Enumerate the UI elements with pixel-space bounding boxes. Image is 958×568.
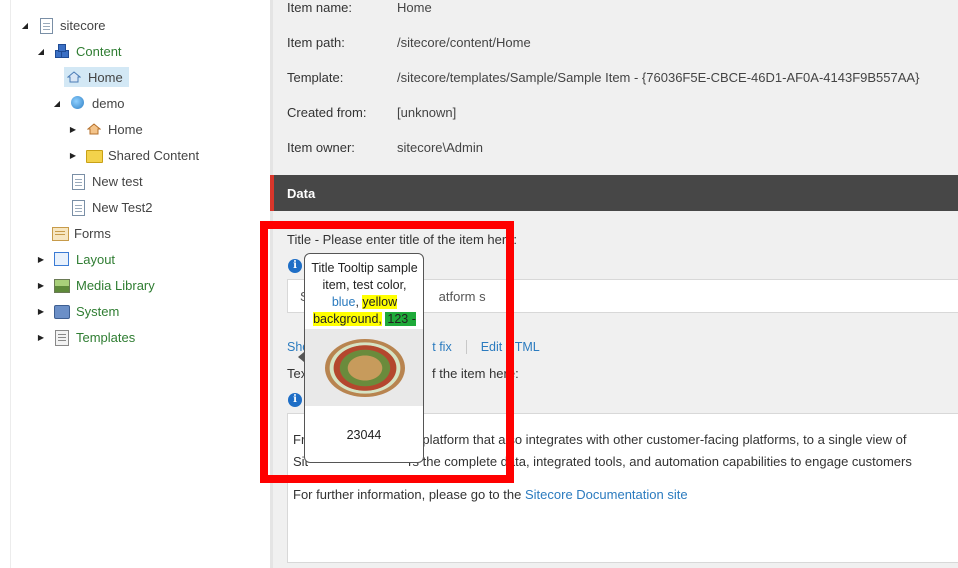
templates-icon bbox=[54, 329, 70, 346]
collapse-arrow-icon[interactable]: ▶ bbox=[36, 281, 46, 290]
item-owner-row: Item owner: sitecore\Admin bbox=[287, 137, 483, 157]
item-path-label: Item path: bbox=[287, 34, 345, 50]
tree-item-forms[interactable]: Forms bbox=[52, 222, 111, 244]
text-field-label-end: f the item here: bbox=[432, 366, 519, 381]
tree-item-sitecore[interactable]: ◢ sitecore bbox=[20, 14, 106, 36]
tree-item-label: Home bbox=[88, 69, 123, 85]
layout-icon bbox=[54, 251, 70, 267]
created-from-label: Created from: bbox=[287, 104, 367, 120]
section-accent-bar bbox=[270, 175, 274, 211]
rte-line-3: For further information, please go to th… bbox=[293, 487, 688, 502]
rte-line-2-end: rs the complete data, integrated tools, … bbox=[408, 454, 912, 469]
tree-item-new-test[interactable]: New test bbox=[70, 170, 143, 192]
globe-icon bbox=[70, 95, 86, 111]
tooltip-pointer bbox=[298, 352, 304, 362]
item-owner-value: sitecore\Admin bbox=[397, 139, 483, 155]
tree-item-label: Layout bbox=[76, 251, 116, 267]
tree-item-templates[interactable]: ▶ Templates bbox=[36, 326, 135, 348]
tree-item-content[interactable]: ◢ Content bbox=[36, 40, 122, 62]
info-icon[interactable]: i bbox=[288, 393, 302, 407]
created-from-value: [unknown] bbox=[397, 104, 457, 120]
tree-item-media-library[interactable]: ▶ Media Library bbox=[36, 274, 155, 296]
template-label: Template: bbox=[287, 69, 344, 85]
info-icon[interactable]: i bbox=[288, 259, 302, 273]
tree-item-layout[interactable]: ▶ Layout bbox=[36, 248, 115, 270]
system-icon bbox=[54, 303, 70, 319]
created-from-row: Created from: [unknown] bbox=[287, 102, 456, 122]
tree-item-new-test2[interactable]: New Test2 bbox=[70, 196, 152, 218]
tree-item-label: Media Library bbox=[76, 277, 155, 293]
rte-line-3-text: For further information, please go to th… bbox=[293, 487, 522, 502]
tooltip-text-plain: Title Tooltip sample item, test color, bbox=[311, 261, 418, 292]
tree-item-label: Shared Content bbox=[108, 147, 200, 163]
tree-item-label: Forms bbox=[74, 225, 111, 241]
tree-divider bbox=[10, 0, 11, 568]
home-icon bbox=[66, 69, 82, 85]
collapse-arrow-icon[interactable]: ▶ bbox=[36, 307, 46, 316]
tooltip-blue-text: blue bbox=[331, 295, 356, 309]
home-icon bbox=[86, 121, 102, 137]
page-icon bbox=[70, 173, 86, 190]
item-name-label: Item name: bbox=[287, 0, 353, 15]
section-title: Data bbox=[287, 185, 316, 201]
content-tree: ◢ sitecore ◢ Content Home ◢ demo ▶ Home … bbox=[0, 0, 270, 568]
tree-item-shared-content[interactable]: ▶ Shared Content bbox=[68, 144, 199, 166]
tree-item-home-selected[interactable]: Home bbox=[64, 66, 129, 88]
tree-item-label: demo bbox=[92, 95, 125, 111]
suggest-fix-link[interactable]: t fix bbox=[432, 340, 451, 354]
template-value: /sitecore/templates/Sample/Sample Item -… bbox=[397, 69, 920, 85]
edit-html-link[interactable]: Edit HTML bbox=[481, 340, 540, 354]
tree-item-label: Templates bbox=[76, 329, 136, 345]
tooltip-comma: , bbox=[355, 295, 359, 309]
folder-icon bbox=[86, 147, 103, 163]
expand-arrow-icon[interactable]: ◢ bbox=[36, 47, 46, 56]
title-input-value-end: atform s bbox=[438, 288, 486, 304]
media-library-icon bbox=[54, 277, 70, 293]
expand-arrow-icon[interactable]: ◢ bbox=[20, 21, 30, 30]
collapse-arrow-icon[interactable]: ▶ bbox=[68, 125, 78, 134]
data-section-header[interactable]: Data bbox=[270, 175, 958, 211]
selected-highlight: Home bbox=[64, 67, 129, 87]
link-separator bbox=[465, 340, 467, 354]
tree-item-label: New Test2 bbox=[92, 199, 153, 215]
content-cubes-icon bbox=[54, 43, 70, 59]
item-path-value: /sitecore/content/Home bbox=[397, 34, 531, 50]
collapse-arrow-icon[interactable]: ▶ bbox=[36, 333, 46, 342]
expand-arrow-icon[interactable]: ◢ bbox=[52, 99, 62, 108]
tree-item-system[interactable]: ▶ System bbox=[36, 300, 119, 322]
tree-item-label: New test bbox=[92, 173, 143, 189]
title-tooltip: Title Tooltip sample item, test color, b… bbox=[304, 253, 424, 463]
tree-item-label: Content bbox=[76, 43, 122, 59]
collapse-arrow-icon[interactable]: ▶ bbox=[36, 255, 46, 264]
template-row: Template: /sitecore/templates/Sample/Sam… bbox=[287, 67, 919, 87]
page-icon bbox=[38, 17, 54, 34]
page-icon bbox=[70, 199, 86, 216]
content-divider bbox=[270, 0, 273, 568]
tree-item-label: Home bbox=[108, 121, 143, 137]
sitecore-documentation-link[interactable]: Sitecore Documentation site bbox=[525, 487, 688, 502]
forms-icon bbox=[52, 225, 69, 241]
tree-item-label: sitecore bbox=[60, 17, 106, 33]
tooltip-number: 23044 bbox=[346, 428, 382, 442]
rte-line-1-end: ed platform that also integrates with ot… bbox=[404, 432, 907, 447]
item-name-value: Home bbox=[397, 0, 432, 15]
collapse-arrow-icon[interactable]: ▶ bbox=[68, 151, 78, 160]
title-field-label: Title - Please enter title of the item h… bbox=[287, 232, 518, 247]
item-path-row: Item path: /sitecore/content/Home bbox=[287, 32, 531, 52]
tree-item-demo-home[interactable]: ▶ Home bbox=[68, 118, 143, 140]
tree-item-label: System bbox=[76, 303, 120, 319]
item-owner-label: Item owner: bbox=[287, 139, 355, 155]
item-name-row: Item name: Home bbox=[287, 0, 432, 17]
tree-item-demo[interactable]: ◢ demo bbox=[52, 92, 125, 114]
salad-bowl-icon bbox=[325, 339, 405, 397]
salad-bowl-image bbox=[305, 329, 423, 406]
